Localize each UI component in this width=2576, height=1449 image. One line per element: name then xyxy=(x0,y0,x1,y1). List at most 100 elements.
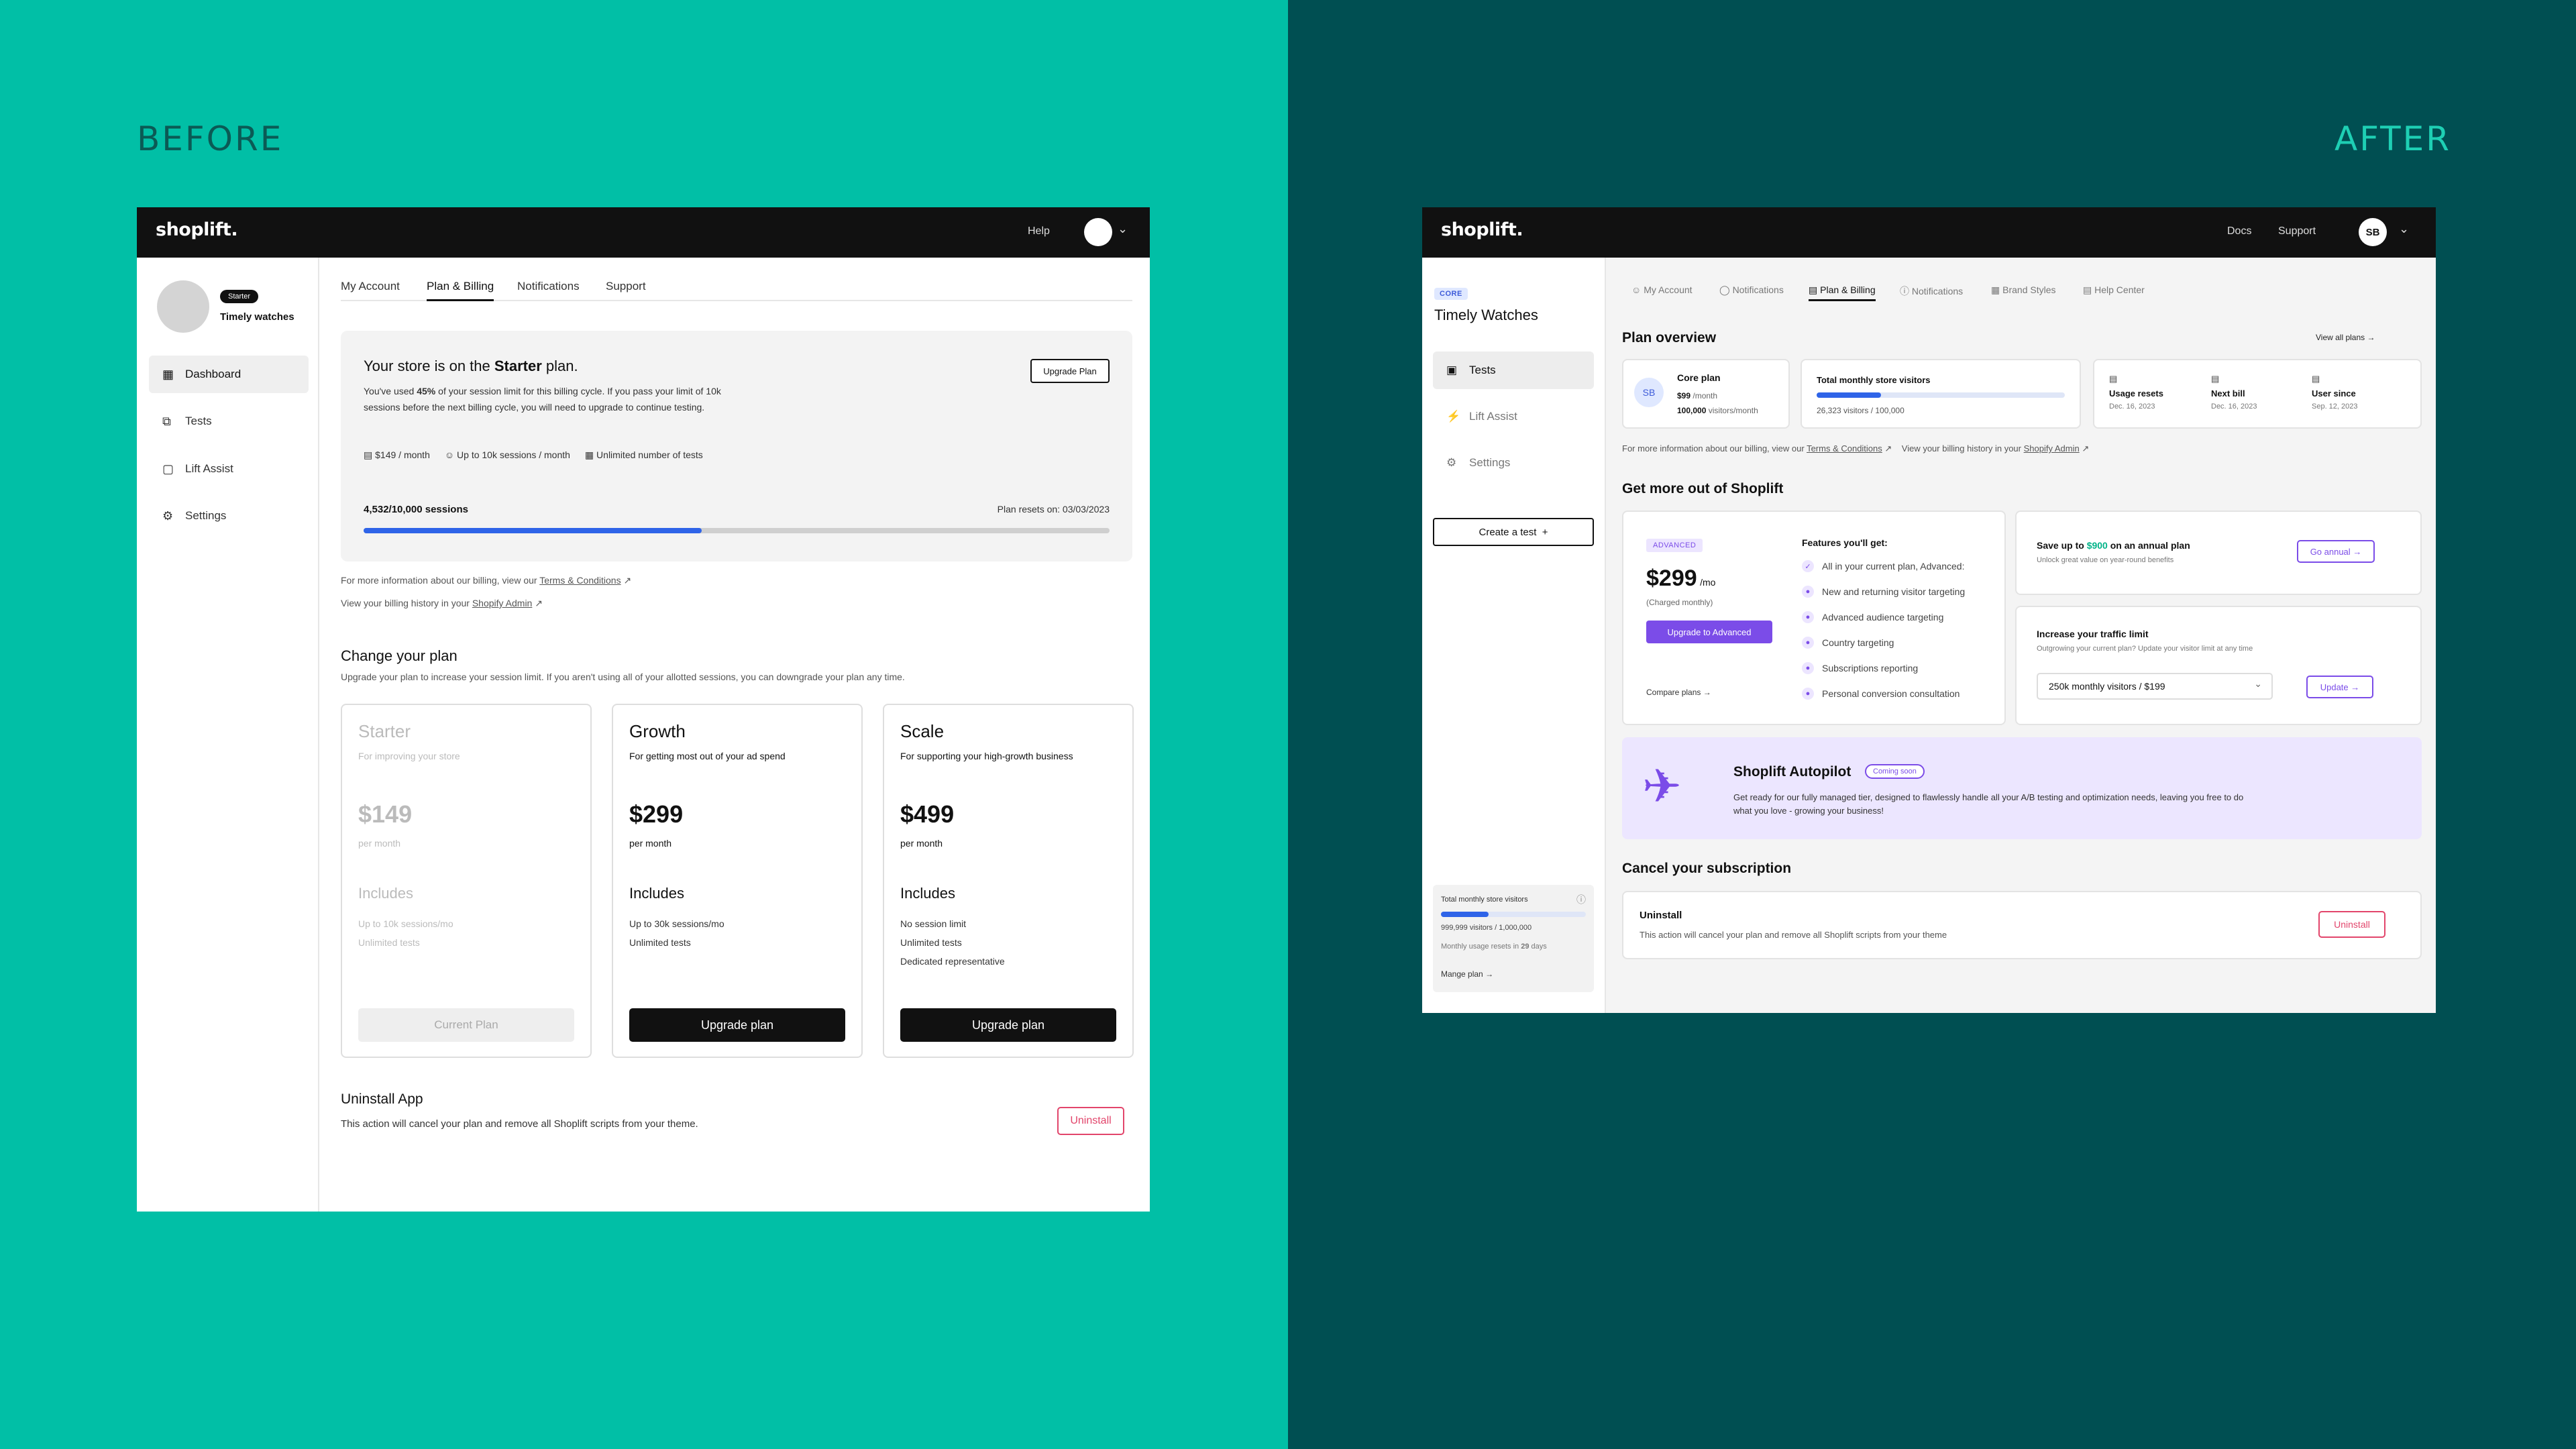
uninstall-title: Uninstall App xyxy=(341,1091,423,1107)
chevron-down-icon[interactable]: ⌄ xyxy=(2399,222,2409,236)
billing-info-text: For more information about our billing, … xyxy=(1622,443,1807,453)
chevron-down-icon[interactable]: ⌄ xyxy=(1118,222,1128,236)
sidebar-item-tests[interactable]: ▣ Tests xyxy=(1433,352,1594,389)
feature-label: All in your current plan, Advanced: xyxy=(1822,561,1965,572)
arrow-right-icon: → xyxy=(1703,688,1711,697)
plan-price: $499 xyxy=(900,800,955,828)
traffic-select[interactable]: 250k monthly visitors / $199 ⌄ xyxy=(2037,673,2273,700)
sidebar-item-settings[interactable]: ⚙ Settings xyxy=(149,497,309,535)
avatar[interactable] xyxy=(1084,218,1112,246)
terms-link[interactable]: Terms & Conditions xyxy=(539,575,621,586)
advanced-upsell-card: ADVANCED $299 /mo (Charged monthly) Upgr… xyxy=(1622,511,2006,725)
shopify-admin-link[interactable]: Shopify Admin xyxy=(472,598,533,608)
session-count: 4,532/10,000 sessions xyxy=(364,504,468,515)
upgrade-growth-button[interactable]: Upgrade plan xyxy=(629,1008,845,1042)
shoplift-logo[interactable]: shoplift. xyxy=(156,219,238,240)
sidebar: CORE Timely Watches ▣ Tests ⚡ Lift Assis… xyxy=(1422,258,1606,1013)
plan-stats-card: ▤ Usage resets Dec. 16, 2023 ▤ Next bill… xyxy=(2093,359,2422,429)
uninstall-button[interactable]: Uninstall xyxy=(1057,1107,1124,1135)
tab-plan-billing[interactable]: Plan & Billing xyxy=(427,280,494,301)
plan-desc: For supporting your high-growth business xyxy=(900,751,1073,761)
advanced-price-unit: /mo xyxy=(1700,577,1716,588)
tab-notifications-2[interactable]: ⓘ Notifications xyxy=(1900,284,1963,298)
bell-icon: ◯ xyxy=(1719,284,1730,295)
sidebar-item-label: Dashboard xyxy=(185,368,241,380)
tab-notifications[interactable]: ◯ Notifications xyxy=(1719,284,1784,296)
sidebar-item-tests[interactable]: ⧉ Tests xyxy=(149,402,309,440)
arrow-right-icon: → xyxy=(1485,969,1494,979)
current-plan-box: Your store is on the Starter plan. You'v… xyxy=(341,331,1132,561)
feature-label: Personal conversion consultation xyxy=(1822,688,1960,699)
meta-tests-label: Unlimited number of tests xyxy=(596,449,703,460)
before-app-window: shoplift. Help ⌄ Starter Timely watches … xyxy=(137,207,1150,1212)
stat-next-bill: ▤ Next bill Dec. 16, 2023 xyxy=(2211,374,2257,411)
tab-help-center[interactable]: ▤ Help Center xyxy=(2083,284,2145,296)
usage-reset-pre: Monthly usage resets in xyxy=(1441,943,1521,951)
terms-link[interactable]: Terms & Conditions xyxy=(1807,443,1882,453)
audience-icon: ● xyxy=(1802,611,1814,623)
upgrade-advanced-button[interactable]: Upgrade to Advanced xyxy=(1646,621,1772,643)
shopify-admin-link[interactable]: Shopify Admin xyxy=(2024,443,2080,453)
advanced-price: $299 /mo xyxy=(1646,566,1715,592)
arrow-right-icon: → xyxy=(2351,682,2360,692)
usage-reset-post: days xyxy=(1529,943,1547,951)
tab-my-account[interactable]: My Account xyxy=(341,280,400,293)
feature-item: ● Personal conversion consultation xyxy=(1802,688,1960,700)
annual-title-post: on an annual plan xyxy=(2107,540,2190,551)
create-test-button[interactable]: Create a test + xyxy=(1433,518,1594,546)
sidebar-item-dashboard[interactable]: ▦ Dashboard xyxy=(149,356,309,393)
after-app-window: shoplift. Docs Support SB ⌄ CORE Timely … xyxy=(1422,207,2436,1013)
plan-visitors-value: 100,000 xyxy=(1677,406,1707,415)
subscription-icon: ● xyxy=(1802,662,1814,674)
info-icon[interactable]: ⓘ xyxy=(1576,893,1586,906)
shoplift-logo[interactable]: shoplift. xyxy=(1441,219,1523,240)
visitor-icon: ● xyxy=(1802,586,1814,598)
view-all-plans-link[interactable]: View all plans → xyxy=(2316,333,2375,342)
tab-support[interactable]: Support xyxy=(606,280,646,293)
update-button[interactable]: Update → xyxy=(2306,676,2373,698)
uninstall-title: Uninstall xyxy=(1640,910,1682,921)
sidebar-item-settings[interactable]: ⚙ Settings xyxy=(1433,444,1594,482)
annual-plan-card: Save up to $900 on an annual plan Unlock… xyxy=(2015,511,2422,595)
manage-plan-link[interactable]: Mange plan → xyxy=(1441,969,1493,979)
upgrade-scale-button[interactable]: Upgrade plan xyxy=(900,1008,1116,1042)
tab-plan-billing[interactable]: ▤ Plan & Billing xyxy=(1809,284,1876,301)
plan-desc-pct: 45% xyxy=(417,386,436,396)
tab-notifications[interactable]: Notifications xyxy=(517,280,580,293)
plan-feature: Unlimited tests xyxy=(629,937,691,948)
tab-brand-styles[interactable]: ▦ Brand Styles xyxy=(1991,284,2056,296)
sidebar-item-lift-assist[interactable]: ▢ Lift Assist xyxy=(149,450,309,488)
stat-label: User since xyxy=(2312,388,2356,398)
plan-feature: No session limit xyxy=(900,918,967,929)
billing-info: For more information about our billing, … xyxy=(341,575,631,586)
annual-title: Save up to $900 on an annual plan xyxy=(2037,540,2190,551)
plan-badge: CORE xyxy=(1434,288,1468,300)
docs-link[interactable]: Docs xyxy=(2227,225,2251,237)
plan-includes: Includes xyxy=(900,885,955,902)
create-test-label: Create a test xyxy=(1479,526,1537,538)
usage-reset-days: 29 xyxy=(1521,943,1529,951)
meta-price: ▤ $149 / month xyxy=(364,449,430,461)
tab-my-account[interactable]: ☺ My Account xyxy=(1631,284,1693,295)
bill-icon: ▤ xyxy=(2211,374,2220,384)
plan-price-unit: /month xyxy=(1693,391,1718,400)
uninstall-button[interactable]: Uninstall xyxy=(2318,911,2385,938)
support-link[interactable]: Support xyxy=(2278,225,2316,237)
feature-item: ● New and returning visitor targeting xyxy=(1802,586,1965,598)
user-icon: ☺ xyxy=(444,449,455,460)
visitors-value: 26,323 visitors / 100,000 xyxy=(1817,406,1904,415)
plan-visitors-unit: visitors/month xyxy=(1708,406,1758,415)
external-link-icon: ↗ xyxy=(535,598,543,608)
meta-tests: ▦ Unlimited number of tests xyxy=(585,449,703,461)
upgrade-plan-button[interactable]: Upgrade Plan xyxy=(1030,359,1110,383)
compare-plans-link[interactable]: Compare plans → xyxy=(1646,688,1711,697)
plan-desc: For getting most out of your ad spend xyxy=(629,751,786,761)
plan-per: per month xyxy=(629,838,672,849)
tests-icon: ⧉ xyxy=(162,414,171,428)
go-annual-button[interactable]: Go annual → xyxy=(2297,540,2375,563)
sidebar-item-lift-assist[interactable]: ⚡ Lift Assist xyxy=(1433,398,1594,435)
avatar[interactable]: SB xyxy=(2359,218,2387,246)
help-link[interactable]: Help xyxy=(1028,225,1050,237)
compare-plans-label: Compare plans xyxy=(1646,688,1701,697)
usage-value: 999,999 visitors / 1,000,000 xyxy=(1441,924,1532,932)
